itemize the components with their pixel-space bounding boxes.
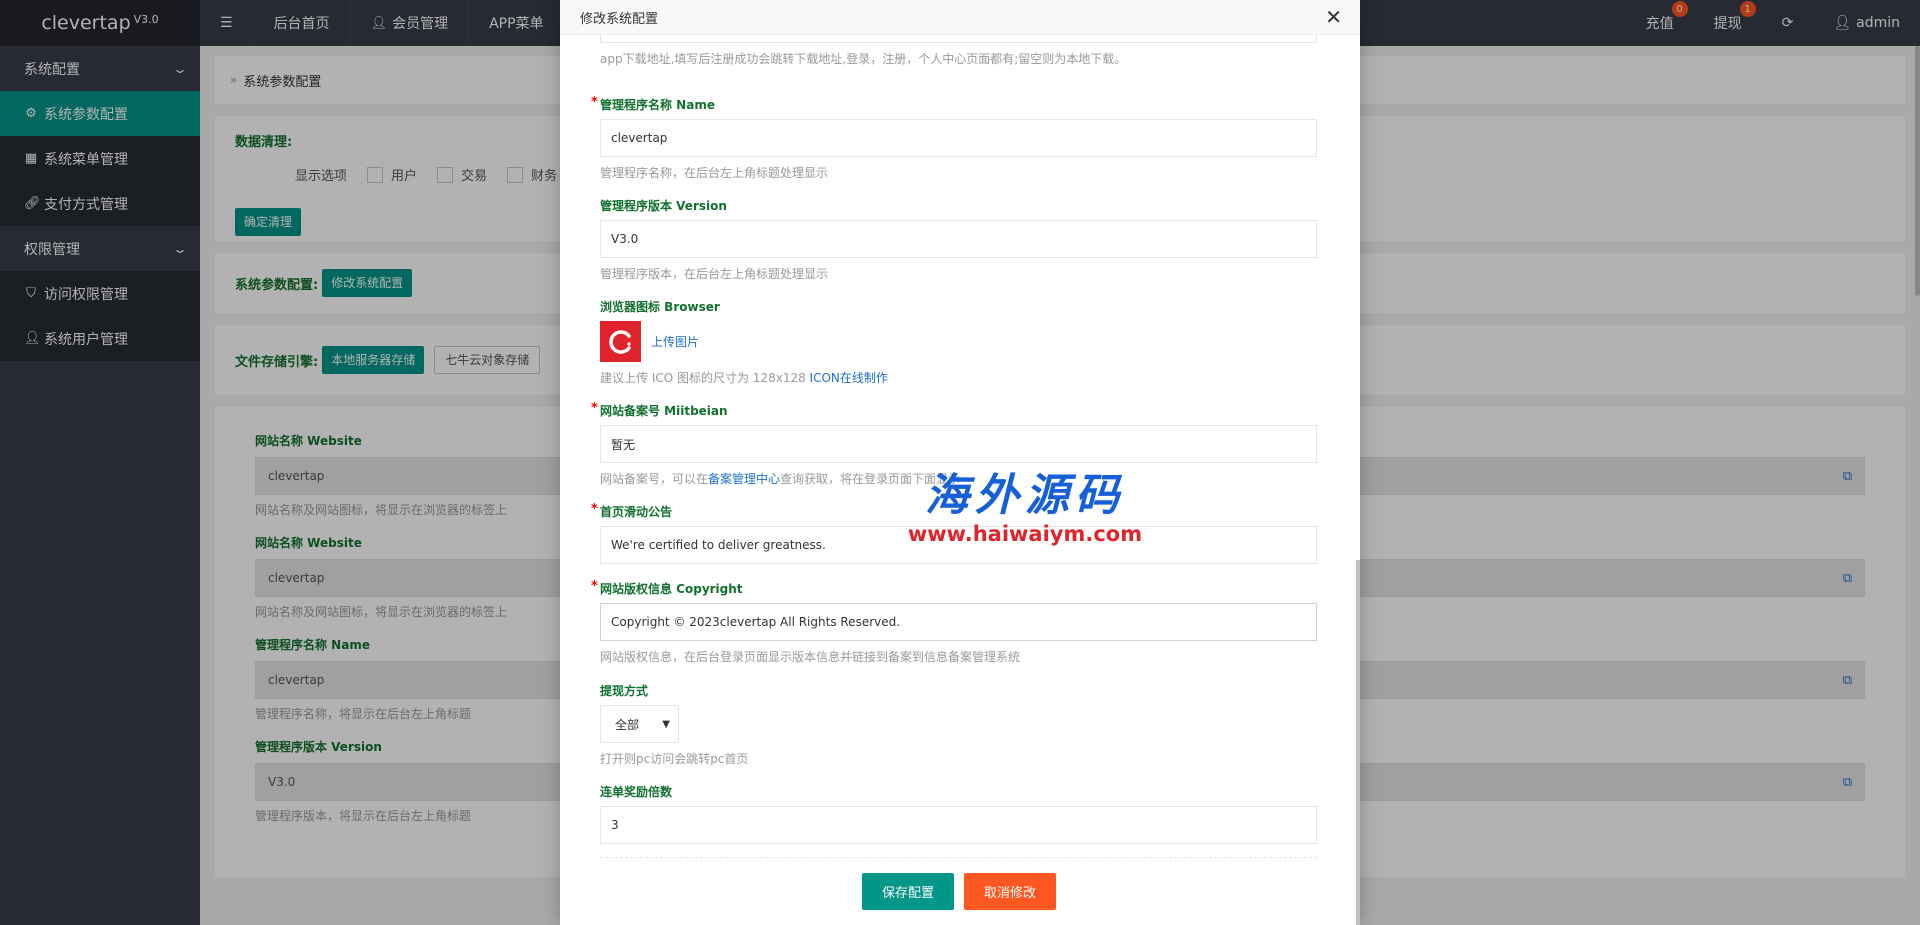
site-icon-preview — [600, 321, 641, 362]
save-config-button[interactable]: 保存配置 — [862, 873, 954, 910]
select-value: 全部 — [615, 717, 640, 732]
field-label-text: 管理程序名称 Name — [600, 98, 715, 112]
browser-icon-field: 浏览器图标 Browser 上传图片 建议上传 ICO 图标的尺寸为 128x1… — [600, 299, 1317, 386]
modal-scrollbar[interactable] — [1356, 560, 1360, 925]
miitbeian-input[interactable]: 暂无 — [600, 425, 1317, 463]
field-hint: 网站版权信息，在后台登录页面显示版本信息并链接到备案到信息备案管理系统 — [600, 650, 1021, 664]
field-label: 浏览器图标 Browser — [600, 300, 720, 314]
notice-field: * 首页滑动公告 We're certified to deliver great… — [591, 502, 1317, 564]
field-hint: app下载地址,填写后注册成功会跳转下载地址,登录，注册，个人中心页面都有;留空… — [600, 52, 1127, 66]
admin-name-field: * 管理程序名称 Name clevertap 管理程序名称，在后台左上角标题处理… — [591, 95, 1317, 181]
hint-text: 建议上传 ICO 图标的尺寸为 128x128 — [600, 371, 810, 385]
field-label-text: 首页滑动公告 — [600, 505, 673, 519]
reward-multiplier-field: 连单奖励倍数 3 — [600, 784, 1317, 844]
reward-multiplier-input[interactable]: 3 — [600, 806, 1317, 844]
required-mark: * — [591, 502, 598, 517]
input-value: We're certified to deliver greatness. — [611, 538, 826, 552]
cancel-edit-button[interactable]: 取消修改 — [964, 873, 1056, 910]
notice-input[interactable]: We're certified to deliver greatness. — [600, 526, 1317, 564]
app-download-field: app下载地址,填写后注册成功会跳转下载地址,登录，注册，个人中心页面都有;留空… — [600, 35, 1317, 67]
field-label: * 网站备案号 Miitbeian — [591, 401, 1317, 419]
icon-maker-link[interactable]: ICON在线制作 — [810, 371, 888, 385]
field-label: * 管理程序名称 Name — [591, 95, 1317, 113]
input-value: 3 — [611, 818, 619, 832]
field-label: 连单奖励倍数 — [600, 785, 673, 799]
input-value: 暂无 — [611, 437, 636, 452]
input-value: clevertap — [611, 131, 668, 145]
required-mark: * — [591, 401, 598, 416]
admin-version-input[interactable]: V3.0 — [600, 220, 1317, 258]
required-mark: * — [591, 579, 598, 594]
input-value: V3.0 — [611, 232, 639, 246]
beian-center-link[interactable]: 备案管理中心 — [708, 472, 780, 486]
edit-config-modal: 修改系统配置 ✕ app下载地址,填写后注册成功会跳转下载地址,登录，注册，个人… — [560, 0, 1360, 925]
admin-name-input[interactable]: clevertap — [600, 119, 1317, 157]
upload-image-link[interactable]: 上传图片 — [651, 333, 699, 350]
input-value: Copyright © 2023clevertap All Rights Res… — [611, 615, 901, 629]
brand-logo-icon — [608, 329, 631, 354]
modal-header: 修改系统配置 ✕ — [560, 0, 1360, 35]
field-hint: 建议上传 ICO 图标的尺寸为 128x128 ICON在线制作 — [600, 369, 1317, 386]
field-hint: 管理程序名称，在后台左上角标题处理显示 — [600, 166, 829, 180]
required-mark: * — [591, 95, 598, 110]
hint-text: 网站备案号，可以在 — [600, 472, 709, 486]
withdraw-mode-field: 提现方式 全部 ▼ 打开则pc访问会跳转pc首页 — [600, 683, 1317, 767]
modal-body: app下载地址,填写后注册成功会跳转下载地址,登录，注册，个人中心页面都有;留空… — [560, 35, 1360, 925]
copyright-input[interactable]: Copyright © 2023clevertap All Rights Res… — [600, 603, 1317, 641]
close-icon[interactable]: ✕ — [1325, 7, 1342, 27]
modal-title: 修改系统配置 — [580, 11, 659, 27]
field-label: * 首页滑动公告 — [591, 502, 1317, 520]
field-label: 管理程序版本 Version — [600, 199, 727, 213]
field-label: * 网站版权信息 Copyright — [591, 579, 1317, 597]
field-label-text: 网站版权信息 Copyright — [600, 582, 743, 596]
field-hint: 管理程序版本，在后台左上角标题处理显示 — [600, 267, 829, 281]
app-download-input[interactable] — [600, 35, 1317, 43]
admin-version-field: 管理程序版本 Version V3.0 管理程序版本，在后台左上角标题处理显示 — [600, 198, 1317, 282]
field-label-text: 网站备案号 Miitbeian — [600, 404, 728, 418]
field-label: 提现方式 — [600, 684, 649, 698]
miitbeian-field: * 网站备案号 Miitbeian 暂无 网站备案号，可以在备案管理中心查询获取，… — [591, 401, 1317, 487]
hint-text: 查询获取，将在登录页面下面显示 — [780, 472, 961, 486]
field-hint: 打开则pc访问会跳转pc首页 — [600, 752, 749, 766]
field-hint: 网站备案号，可以在备案管理中心查询获取，将在登录页面下面显示 — [600, 470, 1317, 487]
upload-row: 上传图片 — [600, 321, 1317, 362]
withdraw-mode-select[interactable]: 全部 ▼ — [600, 705, 679, 743]
copyright-field: * 网站版权信息 Copyright Copyright © 2023clever… — [591, 579, 1317, 665]
chevron-down-icon: ▼ — [662, 718, 670, 730]
divider — [600, 857, 1317, 858]
